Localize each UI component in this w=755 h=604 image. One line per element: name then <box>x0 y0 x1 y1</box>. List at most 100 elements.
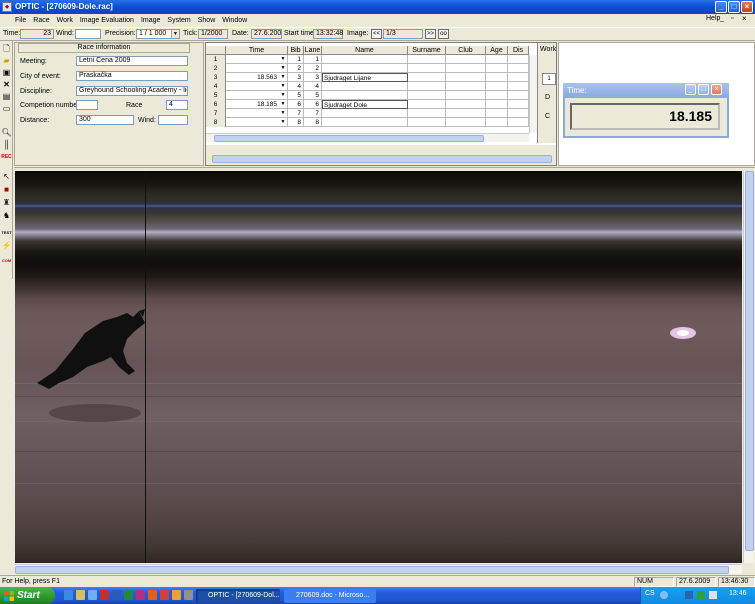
table-row[interactable]: 8 8 8 ▼ <box>206 118 529 127</box>
close-button[interactable]: × <box>741 1 753 13</box>
cell-age[interactable] <box>486 64 508 73</box>
cell-bib[interactable]: 7 <box>288 109 304 118</box>
cell-dis[interactable] <box>508 82 529 91</box>
cell-age[interactable] <box>486 73 508 82</box>
maximize-button[interactable]: □ <box>728 1 740 13</box>
image-horizontal-scrollbar[interactable] <box>15 564 742 574</box>
explorer-icon[interactable] <box>76 590 85 600</box>
column-time[interactable]: Time <box>226 46 288 55</box>
menu-race[interactable]: Race <box>33 17 49 24</box>
cell-dis[interactable] <box>508 91 529 100</box>
desktop-icon[interactable] <box>88 590 97 600</box>
media-icon[interactable] <box>100 590 109 600</box>
cell-dis[interactable] <box>508 64 529 73</box>
cell-time[interactable] <box>226 91 288 100</box>
grid-scroll-thumb[interactable] <box>214 135 484 142</box>
chevron-down-icon[interactable]: ▼ <box>171 30 179 38</box>
cell-lane[interactable]: 5 <box>304 91 322 100</box>
cell-lane[interactable]: 1 <box>304 55 322 64</box>
cell-lane[interactable]: 4 <box>304 82 322 91</box>
table-row[interactable]: 4 4 4 ▼ <box>206 82 529 91</box>
work-item-1[interactable]: 1 <box>542 73 556 85</box>
work-item-d[interactable]: D <box>545 94 550 101</box>
barcode-icon[interactable]: ║ <box>1 139 12 150</box>
preview-icon[interactable]: ▭ <box>1 103 12 114</box>
cell-bib[interactable]: 4 <box>288 82 304 91</box>
cell-club[interactable] <box>446 91 486 100</box>
column-age[interactable]: Age <box>486 46 508 55</box>
pointer-icon[interactable]: ↖ <box>1 171 12 182</box>
race-wind-field[interactable] <box>158 115 188 125</box>
save-icon[interactable]: ▣ <box>1 67 12 78</box>
cell-bib[interactable]: 1 <box>288 55 304 64</box>
time-dropdown-icon[interactable]: ▼ <box>280 92 286 99</box>
tray-antivirus-icon[interactable] <box>697 591 705 599</box>
date-field[interactable]: 27.6.200 <box>251 29 282 39</box>
grid-vertical-scrollbar[interactable] <box>529 55 537 133</box>
tray-volume-icon[interactable] <box>709 591 717 599</box>
time-dropdown-icon[interactable]: ▼ <box>280 110 286 117</box>
print-icon[interactable]: ▤ <box>1 91 12 102</box>
menu-show[interactable]: Show <box>198 17 216 24</box>
cell-surname[interactable] <box>408 91 446 100</box>
image-zoom-button[interactable]: oo <box>438 29 449 39</box>
test-icon[interactable]: TEST <box>1 227 12 238</box>
open-icon[interactable]: ▰ <box>1 55 12 66</box>
start-time-field[interactable]: 13:32:48 <box>313 29 343 39</box>
competition-field[interactable] <box>76 100 98 110</box>
table-row[interactable]: 6 18.185 6 6 Sjudraget Dole ▼ <box>206 100 529 109</box>
app-quicklaunch-icon[interactable] <box>184 590 193 600</box>
cell-time[interactable]: 18.563 <box>226 73 288 82</box>
cell-lane[interactable]: 3 <box>304 73 322 82</box>
wind-field[interactable] <box>75 29 101 39</box>
cell-name[interactable] <box>322 55 408 64</box>
photo-finish-image[interactable] <box>15 171 742 563</box>
cell-age[interactable] <box>486 109 508 118</box>
cell-club[interactable] <box>446 118 486 127</box>
taskbar-item-optic[interactable]: OPTIC - [270609-Dol... <box>196 589 280 603</box>
cell-dis[interactable] <box>508 55 529 64</box>
cell-dis[interactable] <box>508 73 529 82</box>
time-window[interactable]: Time: _ □ × 18.185 <box>563 83 729 138</box>
lightning-icon[interactable]: ⚡ <box>1 240 12 251</box>
com-icon[interactable]: COM <box>1 255 12 266</box>
cell-name[interactable] <box>322 91 408 100</box>
cell-club[interactable] <box>446 64 486 73</box>
cell-dis[interactable] <box>508 109 529 118</box>
tray-clock[interactable]: 13:46 <box>729 590 747 597</box>
cell-age[interactable] <box>486 55 508 64</box>
mdi-minimize-icon[interactable]: _ <box>720 15 724 22</box>
cell-bib[interactable]: 6 <box>288 100 304 109</box>
menu-image[interactable]: Image <box>141 17 160 24</box>
column-name[interactable]: Name <box>322 46 408 55</box>
powerpoint-icon[interactable] <box>148 590 157 600</box>
time-window-title[interactable]: Time: _ □ × <box>563 83 729 98</box>
time-window-minimize-button[interactable]: _ <box>685 84 696 95</box>
cell-name[interactable] <box>322 109 408 118</box>
table-row[interactable]: 3 18.563 3 3 Sjudraget Lijane ▼ <box>206 73 529 82</box>
column-lane[interactable]: Lane <box>304 46 322 55</box>
tray-network-icon[interactable] <box>685 591 693 599</box>
time-dropdown-icon[interactable]: ▼ <box>280 83 286 90</box>
cell-surname[interactable] <box>408 64 446 73</box>
column-club[interactable]: Club <box>446 46 486 55</box>
cell-time[interactable] <box>226 64 288 73</box>
cell-surname[interactable] <box>408 100 446 109</box>
cell-surname[interactable] <box>408 73 446 82</box>
new-icon[interactable]: 🗋 <box>1 43 12 54</box>
time-dropdown-icon[interactable]: ▼ <box>280 65 286 72</box>
grid-lower-scrollbar[interactable] <box>212 155 552 163</box>
cell-dis[interactable] <box>508 100 529 109</box>
access-icon[interactable] <box>136 590 145 600</box>
tick-field[interactable]: 1/2000 <box>198 29 228 39</box>
city-field[interactable]: Praskačka <box>76 71 188 81</box>
image-prev-button[interactable]: << <box>371 29 382 39</box>
cell-club[interactable] <box>446 82 486 91</box>
menu-help[interactable]: Help <box>706 15 720 22</box>
image-vscroll-thumb[interactable] <box>745 171 754 551</box>
discipline-field[interactable]: Greyhound Schooling Academy - licen <box>76 86 188 96</box>
work-item-c[interactable]: C <box>545 113 550 120</box>
cell-club[interactable] <box>446 109 486 118</box>
cell-dis[interactable] <box>508 118 529 127</box>
menu-system[interactable]: System <box>167 17 190 24</box>
